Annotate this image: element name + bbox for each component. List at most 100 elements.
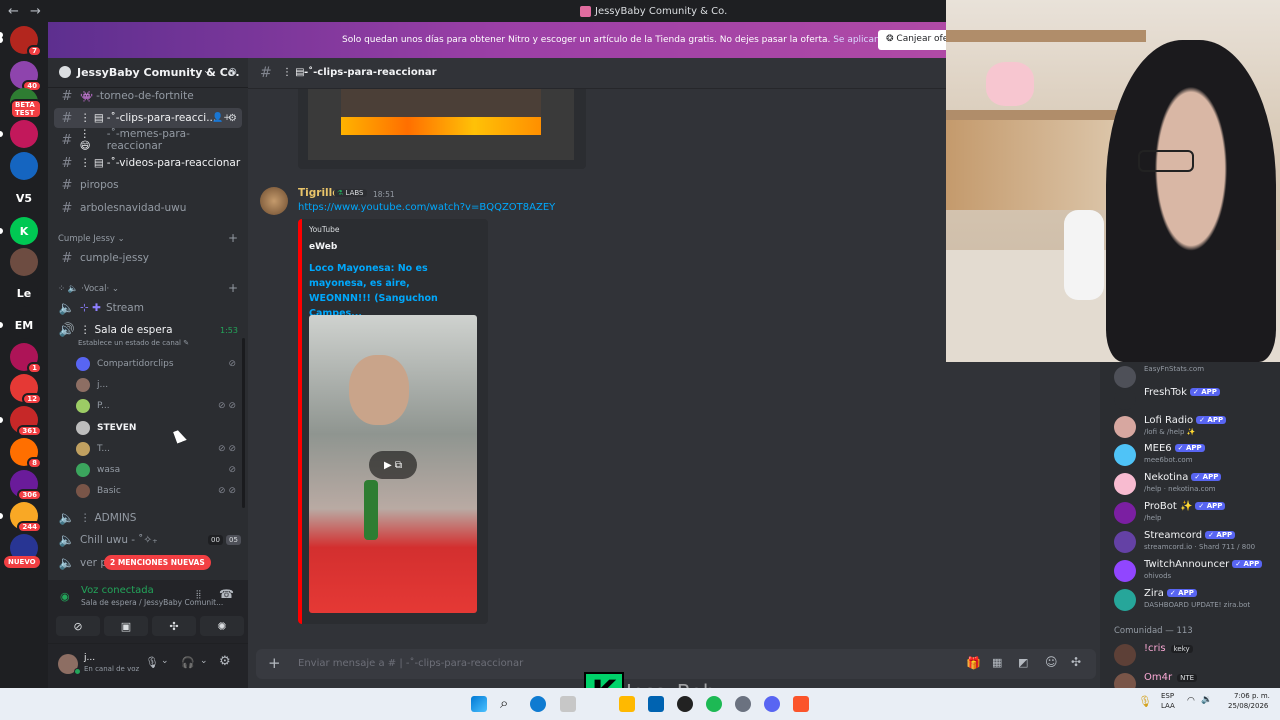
forward-arrow-icon[interactable]: → xyxy=(30,4,44,19)
voice-user[interactable]: wasa ⊘ xyxy=(76,460,240,479)
new-badge[interactable]: NUEVO xyxy=(4,556,40,568)
server-icon-4[interactable] xyxy=(10,152,38,180)
voice-location[interactable]: Sala de espera / JessyBaby Comunit... xyxy=(81,598,223,607)
gif-icon[interactable]: ▦ xyxy=(992,656,1002,669)
brave-icon[interactable] xyxy=(793,696,809,712)
settings-gear-icon[interactable]: ⚙ xyxy=(219,654,231,669)
channel-item[interactable]: # arbolesnavidad-uwu xyxy=(54,198,242,218)
category-cumple[interactable]: Cumple Jessy ⌄ xyxy=(58,234,125,244)
clock-date[interactable]: 25/08/2026 xyxy=(1228,702,1268,710)
voice-channel-chill[interactable]: 🔈 Chill uwu - ˚✧₊ 00 05 xyxy=(54,530,242,550)
language-layout[interactable]: LAA xyxy=(1161,702,1175,710)
obs-icon[interactable] xyxy=(677,696,693,712)
wifi-icon[interactable]: ◠ xyxy=(1187,696,1195,706)
channel-item[interactable]: # ⋮ ▤ -˚-clips-para-reacci... 👤+ ⚙ xyxy=(54,108,242,128)
member-item[interactable]: ProBot ✨ ✓ APP/help xyxy=(1114,498,1280,526)
server-icon-12[interactable]: 361 xyxy=(10,406,42,437)
voice-user[interactable]: j... xyxy=(76,375,240,394)
redeem-button[interactable]: ❂ Canjear ofe xyxy=(878,30,957,50)
voice-user[interactable]: T... ⊘ ⊘ xyxy=(76,439,240,458)
server-icon-2[interactable]: BETA TEST xyxy=(10,88,42,119)
spotify-icon[interactable] xyxy=(706,696,722,712)
play-button[interactable]: ▶ ⧉ xyxy=(369,451,417,479)
screen-share-button[interactable]: ▣ xyxy=(104,616,148,636)
member-item[interactable]: MEE6 ✓ APP mee6bot.com xyxy=(1114,440,1280,468)
gift-icon[interactable]: 🎁 xyxy=(966,656,981,670)
discord-icon[interactable] xyxy=(764,696,780,712)
server-icon-11[interactable]: 12 xyxy=(10,374,42,405)
previous-video-thumbnail[interactable] xyxy=(308,89,574,160)
member-item[interactable]: FreshTok ✓ APP xyxy=(1114,384,1280,412)
voice-user[interactable]: P... ⊘ ⊘ xyxy=(76,396,240,415)
member-item[interactable]: TwitchAnnouncer ✓ APP ohivods xyxy=(1114,556,1280,584)
member-item[interactable]: Lofi Radio ✓ APP/lofi & /help ✨ xyxy=(1114,412,1280,440)
server-icon-14[interactable]: 306 xyxy=(10,470,42,501)
member-item[interactable]: Zira ✓ APP DASHBOARD UPDATE! zira.bot xyxy=(1114,585,1280,613)
mic-tray-icon[interactable]: 🎙 xyxy=(1138,695,1152,708)
category-vocal[interactable]: ⁘ 🔈 ·Vocal· ⌄ xyxy=(58,284,119,294)
clock-time[interactable]: 7:06 p. m. xyxy=(1234,692,1270,700)
channel-item[interactable]: # piropos xyxy=(54,175,242,195)
sticker-icon[interactable]: ◩ xyxy=(1018,656,1028,669)
voice-channel-admins[interactable]: 🔈 ⋮ ADMINS xyxy=(54,508,242,528)
add-voice-channel-icon[interactable]: + xyxy=(228,281,238,295)
server-icon-9[interactable]: EM xyxy=(10,311,38,339)
file-explorer-icon[interactable] xyxy=(619,696,635,712)
channel-item[interactable]: # ⋮ 😄 -˚-memes-para-reaccionar xyxy=(54,128,242,152)
new-mentions-badge[interactable]: 2 MENCIONES NUEVAS xyxy=(104,555,211,570)
server-icon-10[interactable]: 1 xyxy=(10,343,42,374)
server-icon-3[interactable] xyxy=(10,120,38,148)
voice-channel-stream[interactable]: 🔈 ⊹ ✚ Stream xyxy=(54,298,242,318)
channel-item[interactable]: # 👾 -torneo-de-fortnite xyxy=(54,86,242,106)
attach-plus-icon[interactable]: + xyxy=(268,654,281,672)
member-item[interactable]: !cris keky xyxy=(1114,640,1280,668)
channel-item[interactable]: # ⋮ ▤ -˚-videos-para-reaccionar xyxy=(54,153,242,173)
language-code[interactable]: ESP xyxy=(1161,692,1174,700)
voice-channel-sala-de-espera[interactable]: 🔊 ⋮ Sala de espera 1:53 xyxy=(54,320,242,340)
embed-title[interactable]: Loco Mayonesa: No es mayonesa, es aire, … xyxy=(309,261,469,321)
message-input[interactable]: Enviar mensaje a # | -˚-clips-para-reacc… xyxy=(298,658,523,669)
server-icon-1[interactable]: 40 xyxy=(10,61,42,92)
server-icon-15[interactable]: 244 xyxy=(10,502,42,533)
server-icon-6[interactable]: K xyxy=(10,217,38,245)
member-item[interactable]: Streamcord ✓ APP streamcord.io · Shard 711… xyxy=(1114,527,1280,555)
settings-icon[interactable] xyxy=(735,696,751,712)
noise-suppression-icon[interactable]: ⦙⦙ xyxy=(196,588,201,602)
author-avatar[interactable] xyxy=(260,187,288,215)
disconnect-icon[interactable]: ☎ xyxy=(219,587,234,601)
headphones-icon[interactable]: 🎧 xyxy=(181,656,195,669)
server-icon-5[interactable]: V5 xyxy=(10,184,38,212)
channel-cumple-jessy[interactable]: # cumple-jessy xyxy=(54,248,242,268)
channel-status-hint[interactable]: Establece un estado de canal ✎ xyxy=(78,339,189,347)
back-arrow-icon[interactable]: ← xyxy=(8,4,22,19)
add-member-icon[interactable]: ⊕ xyxy=(228,65,237,78)
channel-settings-icon[interactable]: ⚙ xyxy=(228,113,237,124)
server-icon-0[interactable]: 7 xyxy=(10,26,42,57)
server-icon-13[interactable]: 8 xyxy=(10,438,42,469)
store-icon[interactable] xyxy=(648,696,664,712)
message-link[interactable]: https://www.youtube.com/watch?v=BQQZOT8A… xyxy=(298,202,555,213)
apps-icon[interactable]: ✣ xyxy=(1071,655,1081,669)
chevron-down-icon[interactable]: ⌄ xyxy=(161,656,169,666)
camera-off-button[interactable]: ⊘ xyxy=(56,616,100,636)
app-icon[interactable] xyxy=(560,696,576,712)
start-icon[interactable] xyxy=(471,696,487,712)
add-channel-icon[interactable]: + xyxy=(228,231,238,245)
server-header[interactable]: JessyBaby Comunity & Co. ⌄ ⊕ xyxy=(48,58,248,88)
activities-button[interactable]: ✣ xyxy=(152,616,196,636)
connection-signal-icon[interactable]: ◉ xyxy=(60,590,70,603)
emoji-icon[interactable]: ☺ xyxy=(1045,655,1058,669)
voice-user[interactable]: STEVEN xyxy=(76,418,240,437)
sidebar-scrollbar[interactable] xyxy=(242,338,245,508)
search-icon[interactable]: ⌕ xyxy=(500,694,508,712)
member-item[interactable]: Nekotina ✓ APP/help · nekotina.com xyxy=(1114,469,1280,497)
user-name[interactable]: j... xyxy=(84,653,95,663)
server-icon-8[interactable]: Le xyxy=(10,279,38,307)
embed-video-thumbnail[interactable]: ▶ ⧉ xyxy=(309,315,477,613)
voice-user[interactable]: Compartidorclips ⊘ xyxy=(76,354,240,373)
microphone-icon[interactable]: 🎙 xyxy=(145,656,159,669)
chevron-down-icon[interactable]: ⌄ xyxy=(203,66,211,76)
chevron-down-icon[interactable]: ⌄ xyxy=(200,656,208,666)
soundboard-button[interactable]: ✺ xyxy=(200,616,244,636)
edge-icon[interactable] xyxy=(530,696,546,712)
